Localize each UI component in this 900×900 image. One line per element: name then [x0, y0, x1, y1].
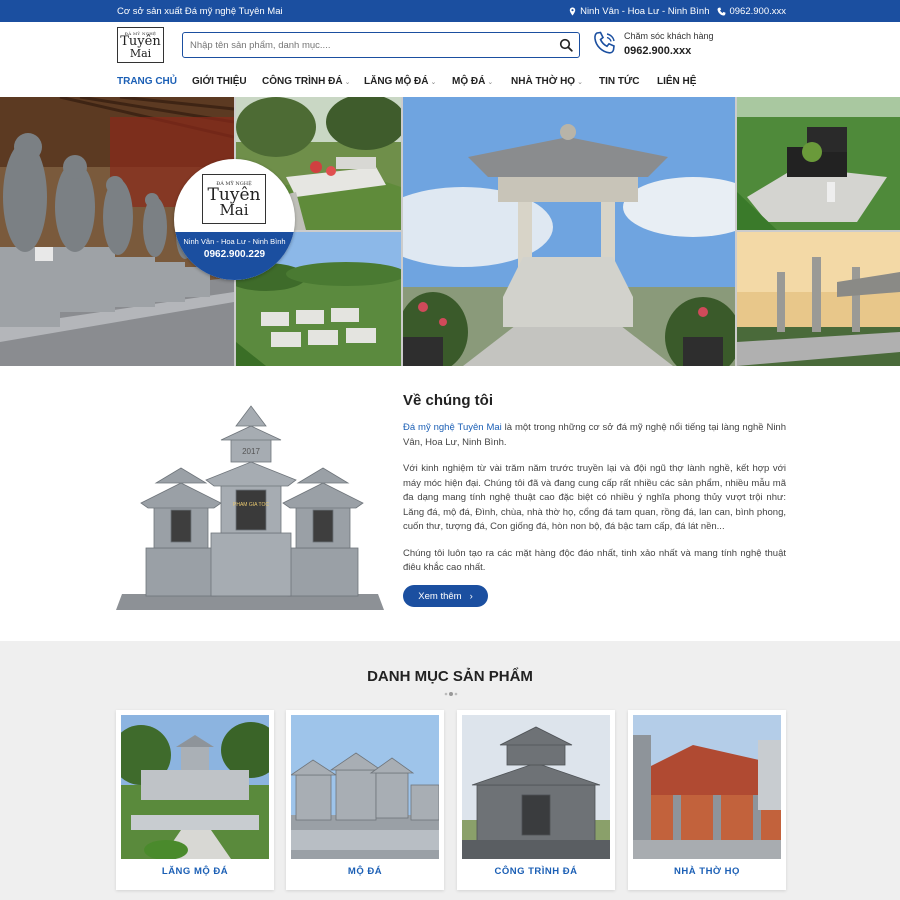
read-more-button[interactable]: Xem thêm › — [403, 585, 488, 607]
nav-item-nha-tho-ho[interactable]: NHÀ THỜ HỌ ⌄ — [511, 76, 583, 87]
category-label: NHÀ THỜ HỌ — [674, 866, 740, 877]
about-title: Về chúng tôi — [403, 392, 493, 409]
banner-logo-band: Ninh Vân - Hoa Lư - Ninh Bình 0962.900.2… — [174, 232, 295, 280]
support-phone-icon — [594, 31, 615, 54]
title-divider-dots — [444, 692, 458, 696]
banner-photo-stone-gate — [403, 97, 735, 366]
search-icon[interactable] — [559, 38, 573, 52]
banner-phone: 0962.900.229 — [203, 249, 266, 260]
site-logo[interactable]: ĐÁ MỸ NGHỆ Tuyên Mai — [117, 27, 164, 63]
chevron-right-icon: › — [469, 590, 473, 602]
chevron-down-icon: ⌄ — [577, 78, 583, 86]
category-image — [462, 715, 610, 859]
top-address[interactable]: Ninh Vân - Hoa Lư - Ninh Bình — [568, 6, 709, 17]
nav-label: NHÀ THỜ HỌ — [511, 76, 576, 87]
category-image — [291, 715, 439, 859]
about-paragraph-3: Chúng tôi luôn tạo ra các mặt hàng độc đ… — [403, 547, 786, 574]
category-section: DANH MỤC SẢN PHẨM LĂNG MỘ ĐÁ MỘ ĐÁ CÔNG … — [0, 641, 900, 900]
banner-logo-mark: ĐÁ MỸ NGHỆ Tuyên Mai — [202, 174, 266, 224]
about-shrine-image: 2017 PHAM GIA TOC — [116, 398, 384, 614]
read-more-label: Xem thêm — [418, 590, 462, 602]
search-input[interactable] — [190, 37, 550, 54]
nav-item-lien-he[interactable]: LIÊN HỆ — [657, 76, 696, 87]
category-cards: LĂNG MỘ ĐÁ MỘ ĐÁ CÔNG TRÌNH ĐÁ NHÀ THỜ H… — [116, 710, 786, 900]
category-section-title: DANH MỤC SẢN PHẨM — [367, 668, 533, 685]
shrine-plaque: PHAM GIA TOC — [233, 502, 269, 508]
nav-label: GIỚI THIỆU — [192, 76, 247, 87]
nav-label: TIN TỨC — [599, 76, 640, 87]
banner-logo-badge: ĐÁ MỸ NGHỆ Tuyên Mai Ninh Vân - Hoa Lư -… — [174, 159, 295, 280]
about-brand-link[interactable]: Đá mỹ nghệ Tuyên Mai — [403, 422, 502, 433]
hotline-number: 0962.900.xxx — [624, 45, 692, 57]
hero-banner: ĐÁ MỸ NGHỆ Tuyên Mai Ninh Vân - Hoa Lư -… — [0, 97, 900, 366]
banner-address: Ninh Vân - Hoa Lư - Ninh Bình — [183, 237, 286, 246]
category-label: LĂNG MỘ ĐÁ — [161, 866, 229, 877]
hotline-label: Chăm sóc khách hàng — [624, 31, 714, 41]
logo-line2: Mai — [129, 47, 152, 60]
category-image — [121, 715, 269, 859]
top-contact: Ninh Vân - Hoa Lư - Ninh Bình 0962.900.x… — [568, 6, 786, 17]
nav-label: MỘ ĐÁ — [452, 76, 486, 87]
category-card-cong-trinh-da[interactable]: CÔNG TRÌNH ĐÁ — [457, 710, 615, 890]
nav-item-cong-trinh-da[interactable]: CÔNG TRÌNH ĐÁ ⌄ — [262, 76, 350, 87]
about-paragraph-1: Đá mỹ nghệ Tuyên Mai là một trong những … — [403, 421, 786, 450]
nav-item-lang-mo-da[interactable]: LĂNG MỘ ĐÁ ⌄ — [364, 76, 436, 87]
chevron-down-icon: ⌄ — [430, 78, 437, 86]
nav-item-mo-da[interactable]: MỘ ĐÁ ⌄ — [452, 76, 493, 87]
nav-label: LĂNG MỘ ĐÁ — [364, 76, 429, 87]
category-card-lang-mo-da[interactable]: LĂNG MỘ ĐÁ — [116, 710, 274, 890]
top-phone[interactable]: 0962.900.xxx — [717, 6, 786, 17]
chevron-down-icon: ⌄ — [344, 78, 351, 86]
nav-label: CÔNG TRÌNH ĐÁ — [262, 76, 343, 87]
banner-photo-sunset-gates — [737, 232, 900, 366]
category-label: CÔNG TRÌNH ĐÁ — [494, 866, 578, 877]
category-label: MỘ ĐÁ — [347, 866, 383, 877]
category-image — [633, 715, 781, 859]
category-card-mo-da[interactable]: MỘ ĐÁ — [286, 710, 444, 890]
nav-item-trang-chu[interactable]: TRANG CHỦ — [117, 76, 177, 87]
about-section: Về chúng tôi Đá mỹ nghệ Tuyên Mai là một… — [403, 392, 786, 588]
nav-item-tin-tuc[interactable]: TIN TỨC — [599, 76, 640, 87]
top-bar: Cơ sở sản xuất Đá mỹ nghệ Tuyên Mai Ninh… — [0, 0, 900, 22]
top-tagline: Cơ sở sản xuất Đá mỹ nghệ Tuyên Mai — [117, 6, 283, 17]
chevron-down-icon: ⌄ — [487, 78, 494, 86]
about-paragraph-2: Với kinh nghiệm từ vài trăm năm trước tr… — [403, 463, 786, 532]
location-icon — [569, 7, 576, 16]
site-header: ĐÁ MỸ NGHỆ Tuyên Mai Chăm sóc khách hàng… — [0, 22, 900, 70]
main-nav: TRANG CHỦ GIỚI THIỆU CÔNG TRÌNH ĐÁ ⌄ LĂNG… — [0, 70, 900, 97]
nav-item-gioi-thieu[interactable]: GIỚI THIỆU — [192, 76, 247, 87]
banner-logo-line2: Mai — [219, 200, 249, 219]
nav-label: LIÊN HỆ — [657, 76, 697, 87]
top-phone-text: 0962.900.xxx — [729, 6, 786, 17]
top-address-text: Ninh Vân - Hoa Lư - Ninh Bình — [580, 6, 710, 17]
category-card-nha-tho-ho[interactable]: NHÀ THỜ HỌ — [628, 710, 786, 890]
search-box — [182, 32, 580, 58]
shrine-year: 2017 — [242, 447, 260, 456]
banner-photo-granite-tomb — [737, 97, 900, 230]
nav-label: TRANG CHỦ — [117, 76, 177, 87]
phone-icon — [718, 7, 727, 16]
